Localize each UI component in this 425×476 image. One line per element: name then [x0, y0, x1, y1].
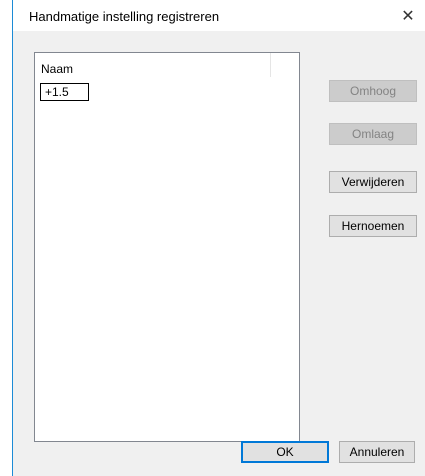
rename-input[interactable] [40, 83, 89, 101]
delete-button[interactable]: Verwijderen [329, 171, 417, 193]
settings-list[interactable]: Naam [34, 52, 300, 442]
window-left-edge [0, 0, 13, 476]
ok-button[interactable]: OK [241, 441, 329, 463]
dialog-client-area: Naam Omhoog Omlaag Verwijderen Hernoemen… [13, 31, 425, 476]
move-up-button[interactable]: Omhoog [329, 80, 417, 102]
rename-button[interactable]: Hernoemen [329, 215, 417, 237]
column-header-name[interactable]: Naam [35, 53, 271, 77]
column-header-label: Naam [41, 62, 74, 76]
dialog-titlebar: Handmatige instelling registreren ✕ [13, 0, 425, 31]
close-icon: ✕ [401, 7, 415, 25]
dialog-title: Handmatige instelling registreren [29, 9, 220, 24]
close-button[interactable]: ✕ [391, 0, 425, 31]
move-down-button[interactable]: Omlaag [329, 123, 417, 145]
cancel-button[interactable]: Annuleren [339, 441, 415, 463]
